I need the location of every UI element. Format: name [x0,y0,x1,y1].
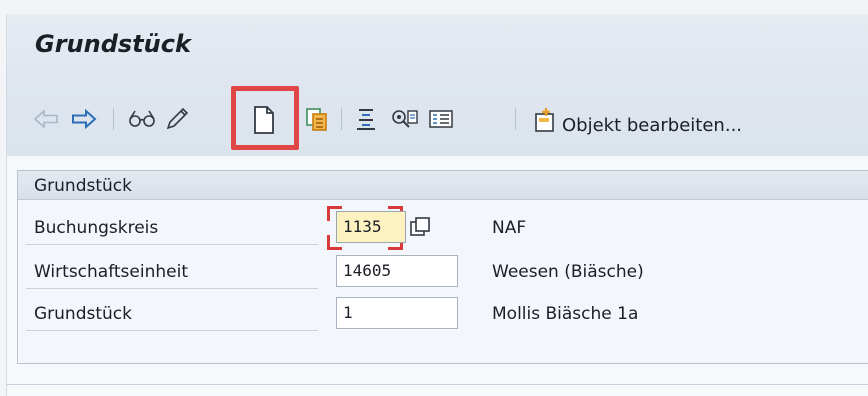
field-label: Buchungskreis [26,211,318,245]
field-description: Weesen (Biäsche) [492,262,644,282]
field-label: Wirtschaftseinheit [26,255,318,289]
group-box: Grundstück Buchungskreis 1135 NAF Wirtsc… [17,170,868,364]
field-label: Grundstück [26,297,318,331]
divider [7,384,868,385]
wirtschaftseinheit-input[interactable]: 14605 [336,255,458,287]
forward-arrow-icon[interactable] [71,107,97,131]
copy-document-icon[interactable] [303,105,331,133]
toolbar-separator [515,108,516,130]
buchungskreis-input[interactable]: 1135 [336,211,406,243]
title-bar: Grundstück [7,14,868,78]
display-glasses-icon[interactable] [127,107,157,131]
change-pencil-icon[interactable] [163,105,191,133]
value-help-icon[interactable] [409,216,431,238]
align-icon[interactable] [353,106,379,132]
form-row-wirtschaftseinheit: Wirtschaftseinheit 14605 Weesen (Biäsche… [26,255,862,293]
form-row-buchungskreis: Buchungskreis 1135 NAF [26,206,862,250]
group-header: Grundstück [18,171,868,200]
form-row-grundstueck: Grundstück 1 Mollis Biäsche 1a [26,297,862,335]
toolbar-separator [113,108,114,130]
toolbar: Objekt bearbeiten... [7,78,868,157]
page-title: Grundstück [35,30,191,58]
create-button-highlight [231,86,299,150]
grundstueck-input[interactable]: 1 [336,297,458,329]
edit-object-button-label[interactable]: Objekt bearbeiten... [562,117,742,135]
field-description: Mollis Biäsche 1a [492,304,639,324]
edit-object-icon[interactable] [531,105,561,135]
app-window: Grundstück Objekt bearbeiten... Grundstü… [6,14,868,396]
back-arrow-icon[interactable] [33,107,59,131]
toolbar-separator [341,108,342,130]
main-content: Grundstück Buchungskreis 1135 NAF Wirtsc… [7,156,868,396]
list-view-icon[interactable] [427,107,455,131]
field-description: NAF [492,218,527,238]
group-title: Grundstück [34,176,132,196]
settings-icon[interactable] [389,106,419,132]
